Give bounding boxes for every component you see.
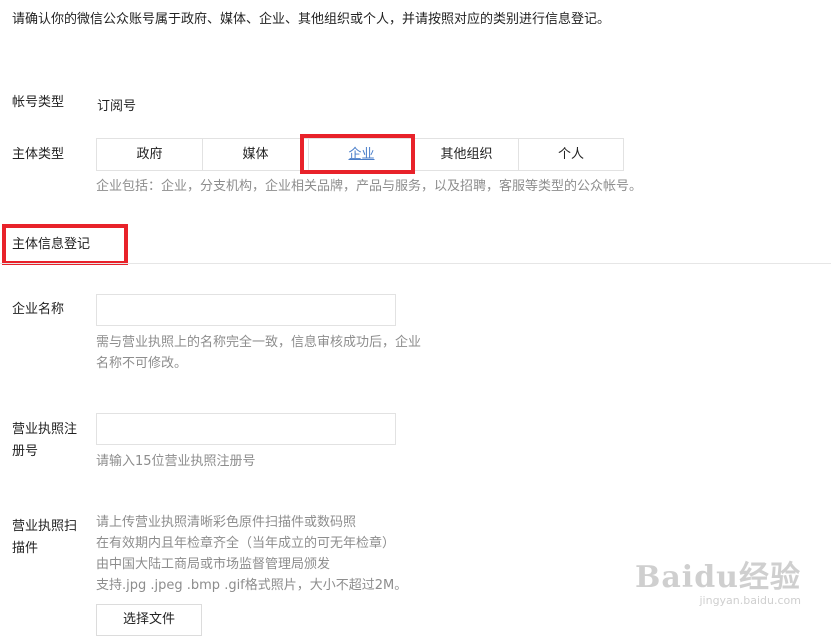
license-scan-label-line-2: 描件 xyxy=(12,541,39,556)
company-name-hint-line-1: 需与营业执照上的名称完全一致，信息审核成功后，企业 xyxy=(96,335,422,350)
account-type-label: 帐号类型 xyxy=(12,95,65,110)
account-type-value: 订阅号 xyxy=(97,99,137,114)
license-number-label-line-1: 营业执照注 xyxy=(12,422,78,437)
choose-file-button[interactable]: 选择文件 xyxy=(96,604,202,636)
enterprise-highlight-box xyxy=(300,134,415,174)
subject-type-other-org[interactable]: 其他组织 xyxy=(415,139,519,170)
license-number-label-line-2: 册号 xyxy=(12,444,39,459)
section-highlight-box xyxy=(2,224,128,265)
license-scan-hint-2: 在有效期内且年检章齐全（当年成立的可无年检章） xyxy=(96,536,396,551)
subject-type-individual[interactable]: 个人 xyxy=(519,139,623,170)
baidu-logo: Baidu经验 xyxy=(635,560,801,595)
license-scan-label: 营业执照扫 描件 xyxy=(12,516,77,560)
subject-type-media[interactable]: 媒体 xyxy=(203,139,309,170)
subject-type-hint: 企业包括：企业，分支机构，企业相关品牌，产品与服务，以及招聘，客服等类型的公众帐… xyxy=(96,179,643,194)
company-name-hint-line-2: 名称不可修改。 xyxy=(96,356,188,371)
license-number-input[interactable] xyxy=(96,413,396,445)
section-divider xyxy=(0,263,831,264)
company-name-input[interactable] xyxy=(96,294,396,326)
company-name-label: 企业名称 xyxy=(12,302,65,317)
subject-type-label: 主体类型 xyxy=(12,147,65,162)
intro-text: 请确认你的微信公众账号属于政府、媒体、企业、其他组织或个人，并请按照对应的类别进… xyxy=(12,12,611,27)
baidu-watermark: Baidu经验 jingyan.baidu.com xyxy=(635,552,801,607)
company-name-hint: 需与营业执照上的名称完全一致，信息审核成功后，企业 名称不可修改。 xyxy=(96,332,421,374)
license-scan-hints: 请上传营业执照清晰彩色原件扫描件或数码照 在有效期内且年检章齐全（当年成立的可无… xyxy=(96,512,407,596)
license-scan-label-line-1: 营业执照扫 xyxy=(12,519,78,534)
license-scan-hint-3: 由中国大陆工商局或市场监督管理局颁发 xyxy=(96,557,331,572)
license-number-label: 营业执照注 册号 xyxy=(12,419,77,463)
subject-type-government[interactable]: 政府 xyxy=(97,139,203,170)
license-scan-hint-1: 请上传营业执照清晰彩色原件扫描件或数码照 xyxy=(96,515,357,530)
license-scan-hint-4: 支持.jpg .jpeg .bmp .gif格式照片，大小不超过2M。 xyxy=(96,578,408,593)
license-number-hint: 请输入15位营业执照注册号 xyxy=(96,454,256,469)
